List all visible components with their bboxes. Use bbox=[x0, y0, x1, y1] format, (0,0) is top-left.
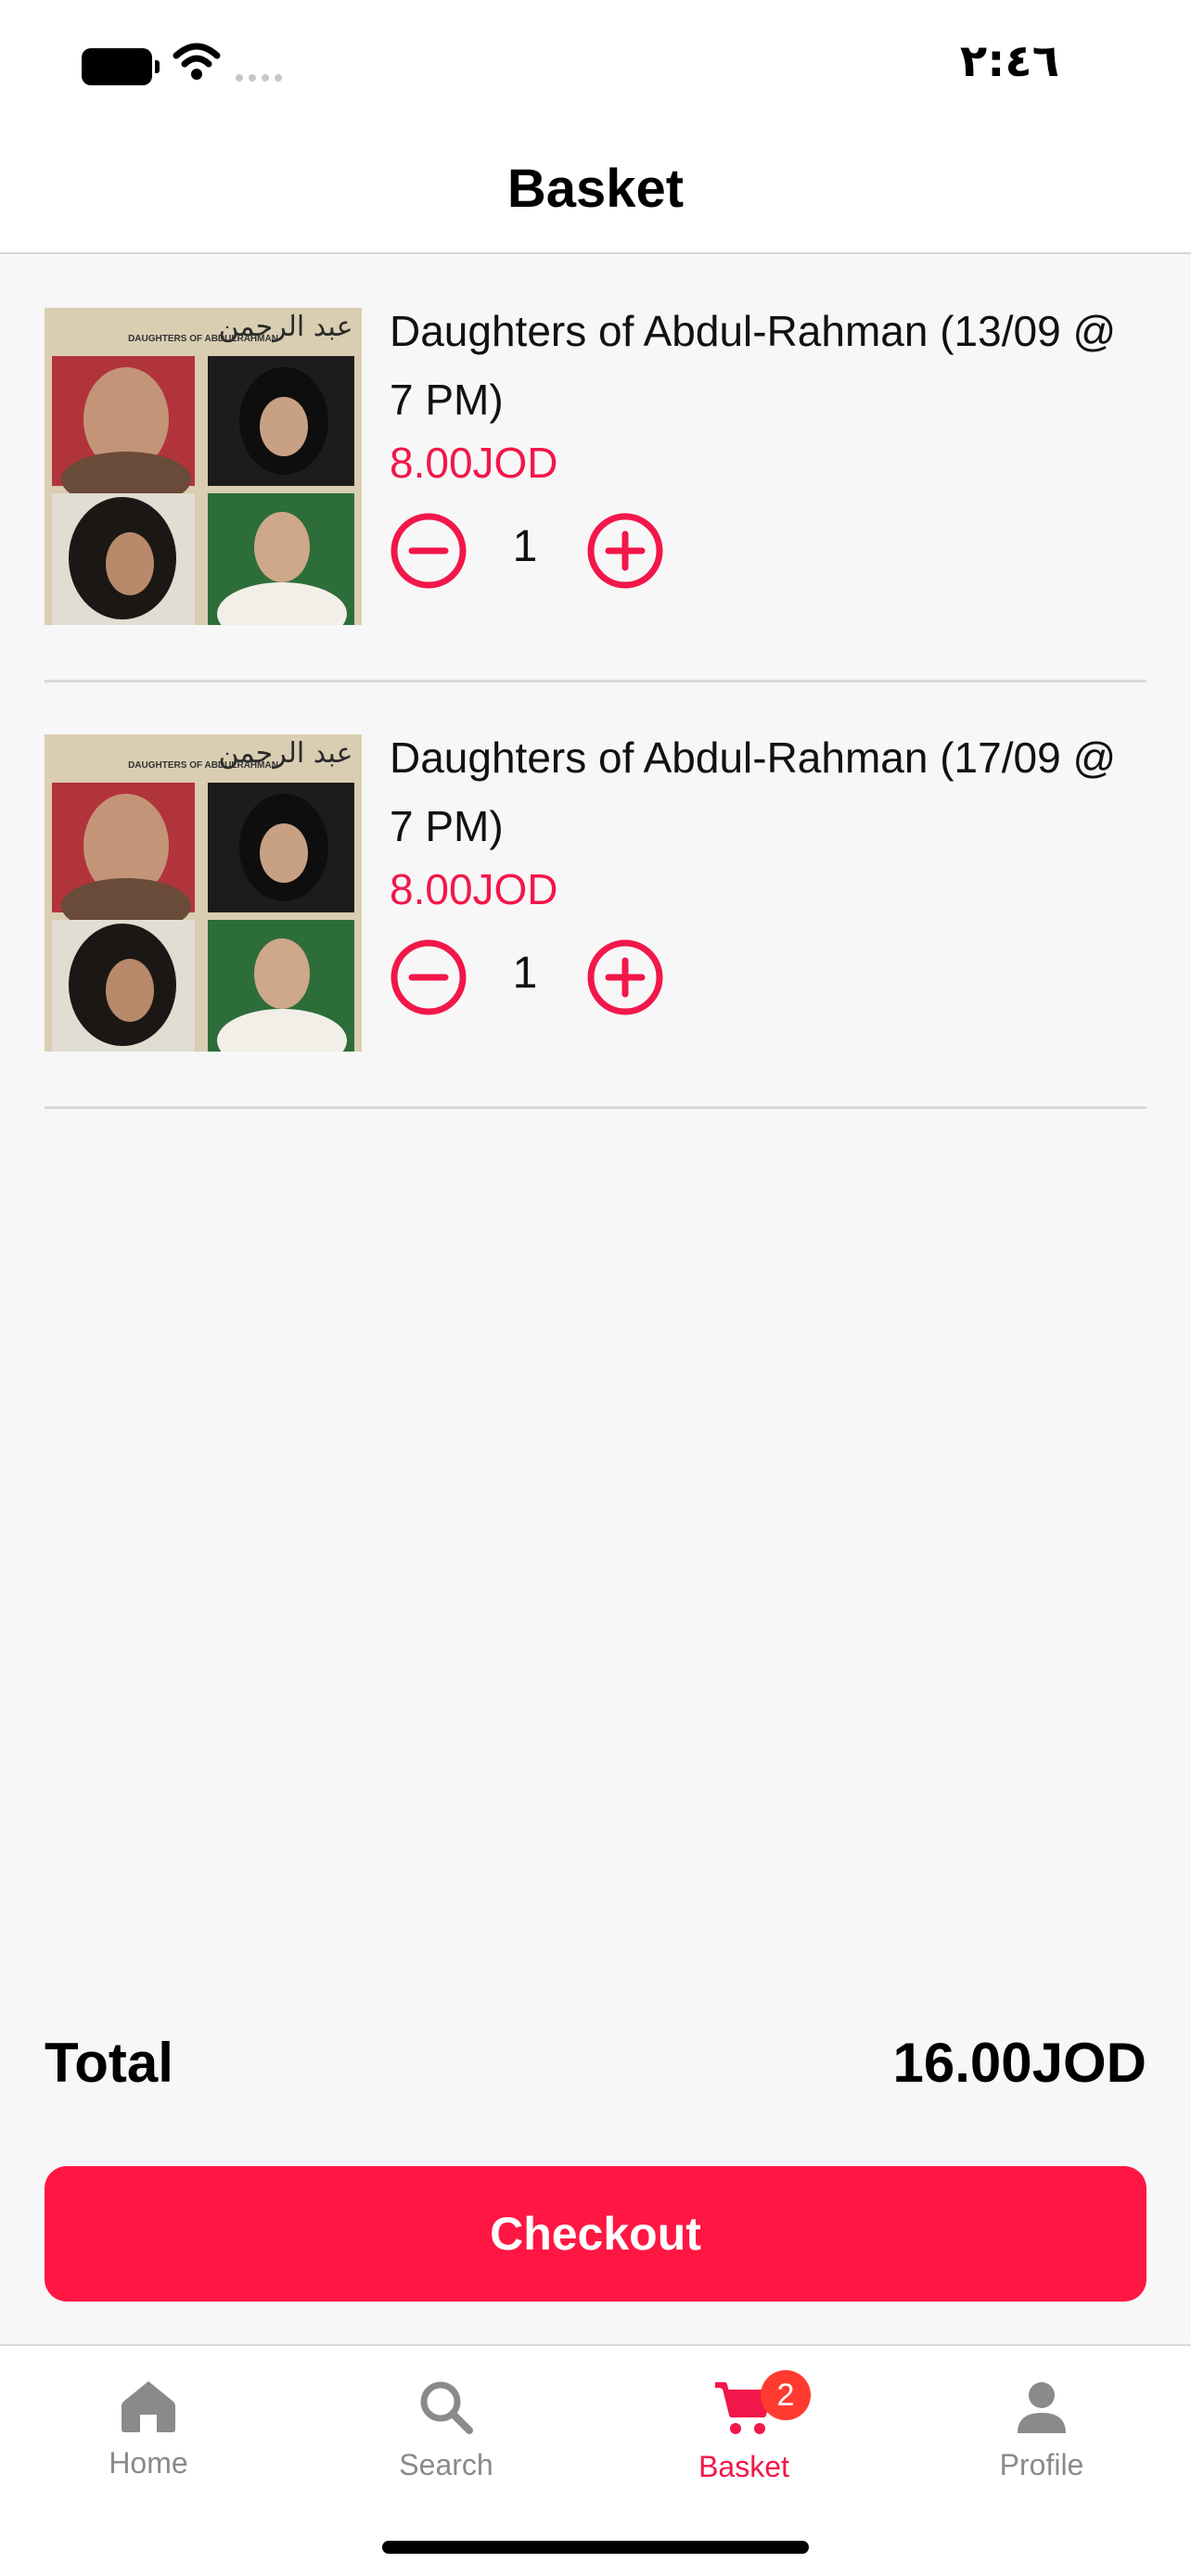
tab-home[interactable]: Home bbox=[37, 2361, 260, 2519]
total-label: Total bbox=[45, 2032, 173, 2094]
search-icon bbox=[420, 2381, 473, 2434]
tab-label: Search bbox=[399, 2448, 493, 2481]
poster-english-title: DAUGHTERS OF ABDULRAHMAN bbox=[128, 760, 278, 771]
status-time: ٢:٤٦ bbox=[959, 35, 1059, 87]
item-title: Daughters of Abdul-Rahman (17/09 @ 7 PM) bbox=[390, 733, 1117, 850]
cart-count-badge: 2 bbox=[761, 2370, 811, 2420]
signal-icon bbox=[236, 74, 282, 82]
status-bar: ٢:٤٦ bbox=[0, 0, 1191, 130]
item-price: 8.00JOD bbox=[390, 439, 558, 487]
quantity-value: 1 bbox=[512, 522, 538, 571]
wifi-icon bbox=[173, 43, 221, 80]
tab-label: Home bbox=[109, 2446, 188, 2480]
person-icon bbox=[1018, 2382, 1066, 2433]
decrease-quantity-button[interactable] bbox=[390, 512, 467, 590]
item-price: 8.00JOD bbox=[390, 865, 558, 913]
home-indicator bbox=[382, 2541, 809, 2554]
basket-item: عبد الرحمن DAUGHTERS OF ABDULRAHMAN Daug… bbox=[45, 256, 1146, 682]
increase-quantity-button[interactable] bbox=[586, 938, 664, 1016]
tab-profile[interactable]: Profile bbox=[930, 2361, 1153, 2519]
tab-search[interactable]: Search bbox=[335, 2361, 557, 2519]
battery-icon bbox=[82, 48, 160, 85]
tab-basket[interactable]: 2 Basket bbox=[633, 2361, 855, 2519]
tab-label: Profile bbox=[999, 2448, 1084, 2481]
checkout-button[interactable]: Checkout bbox=[45, 2166, 1146, 2302]
item-title: Daughters of Abdul-Rahman (13/09 @ 7 PM) bbox=[390, 307, 1117, 424]
increase-quantity-button[interactable] bbox=[586, 512, 664, 590]
page-title: Basket bbox=[506, 159, 685, 219]
tab-label: Basket bbox=[698, 2450, 789, 2483]
nav-bar: Basket bbox=[0, 130, 1191, 254]
decrease-quantity-button[interactable] bbox=[390, 938, 467, 1016]
total-value: 16.00JOD bbox=[892, 2032, 1146, 2094]
basket-item: عبد الرحمن DAUGHTERS OF ABDULRAHMAN Daug… bbox=[45, 682, 1146, 1109]
quantity-value: 1 bbox=[512, 949, 538, 998]
event-poster-image: عبد الرحمن DAUGHTERS OF ABDULRAHMAN bbox=[45, 734, 362, 1052]
poster-english-title: DAUGHTERS OF ABDULRAHMAN bbox=[128, 334, 278, 344]
home-icon bbox=[122, 2381, 175, 2432]
event-poster-image: عبد الرحمن DAUGHTERS OF ABDULRAHMAN bbox=[45, 308, 362, 625]
